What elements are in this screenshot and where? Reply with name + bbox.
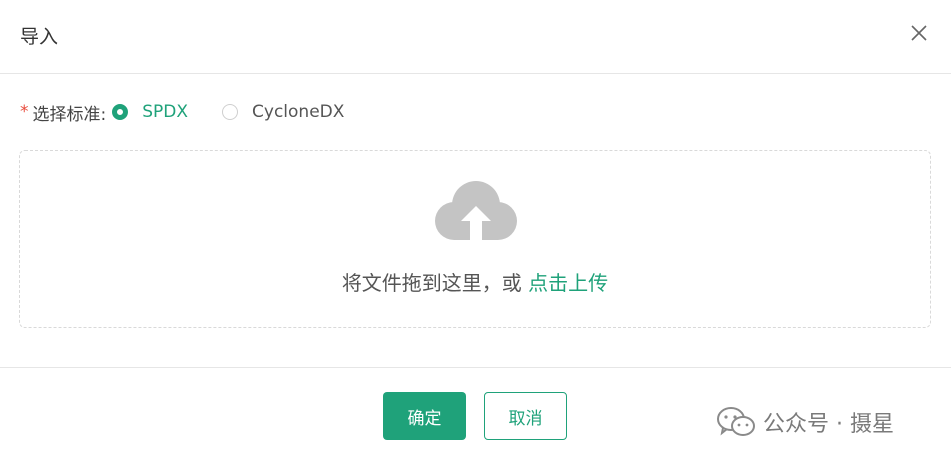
standard-selector: * 选择标准: SPDX CycloneDX (20, 100, 378, 125)
watermark-text: 公众号 · 摄星 (763, 412, 894, 437)
dialog-title: 导入 (20, 26, 59, 48)
standard-label: 选择标准: (32, 104, 107, 125)
radio-label-spdx[interactable]: SPDX (142, 102, 188, 122)
radio-circle-cyclonedx[interactable] (222, 104, 239, 120)
cloud-upload-icon (434, 181, 518, 247)
radio-circle-spdx[interactable] (112, 104, 129, 120)
dialog-header: 导入 (0, 0, 951, 74)
confirm-button[interactable]: 确定 (383, 392, 466, 440)
required-mark: * (20, 102, 29, 122)
radio-cyclonedx[interactable]: CycloneDX (222, 102, 344, 122)
close-icon[interactable] (908, 22, 930, 44)
upload-link[interactable]: 点击上传 (528, 271, 608, 295)
radio-spdx[interactable]: SPDX (112, 102, 188, 122)
cancel-button[interactable]: 取消 (484, 392, 567, 440)
footer-divider (0, 367, 951, 368)
watermark: 公众号 · 摄星 (717, 402, 894, 442)
wechat-icon (717, 406, 755, 438)
upload-hint: 将文件拖到这里，或 点击上传 (20, 267, 930, 296)
upload-hint-text: 将文件拖到这里，或 (341, 271, 529, 295)
radio-label-cyclonedx[interactable]: CycloneDX (252, 102, 344, 122)
upload-dropzone[interactable]: 将文件拖到这里，或 点击上传 (19, 150, 931, 328)
